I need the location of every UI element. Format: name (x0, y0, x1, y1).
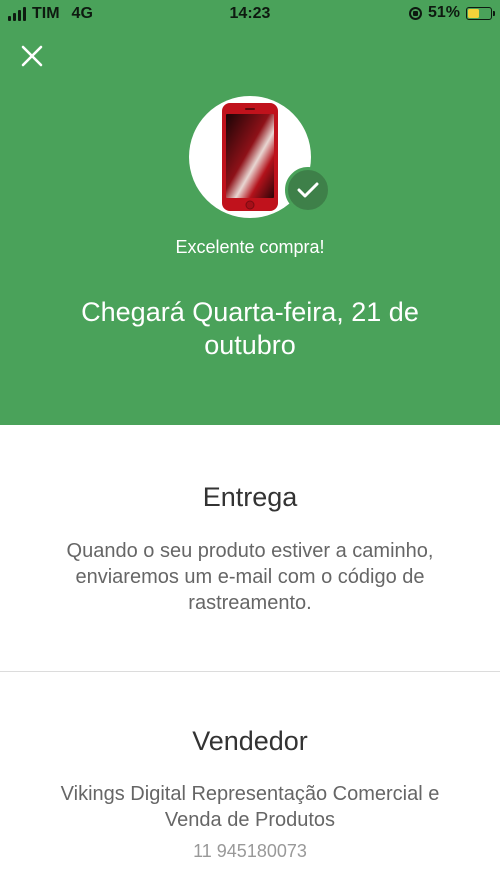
confirmation-message: Excelente compra! (175, 237, 325, 257)
close-icon (21, 45, 43, 67)
seller-title: Vendedor (192, 726, 308, 756)
success-badge (285, 167, 331, 213)
battery-percent: 51% (427, 4, 460, 21)
status-bar: TIM 4G 14:23 51% (0, 0, 500, 30)
status-right: 51% (408, 4, 495, 22)
section-divider (0, 671, 500, 672)
arrival-date: Chegará Quarta-feira, 21 de outubro (81, 297, 419, 360)
product-thumbnail (189, 96, 331, 218)
battery-fill (468, 8, 480, 18)
check-icon (297, 182, 319, 198)
seller-name: Vikings Digital Representação Comercial … (60, 783, 440, 831)
delivery-title: Entrega (202, 482, 298, 512)
rotation-lock-icon (408, 6, 422, 20)
phone-product-image (222, 103, 278, 211)
close-button[interactable] (14, 38, 50, 74)
seller-phone: 11 945180073 (193, 841, 307, 861)
battery-icon (466, 6, 495, 20)
delivery-description: Quando o seu produto estiver a caminho, … (66, 540, 434, 614)
purchase-header: TIM 4G 14:23 51% Excelente compra! Chega… (0, 0, 500, 425)
